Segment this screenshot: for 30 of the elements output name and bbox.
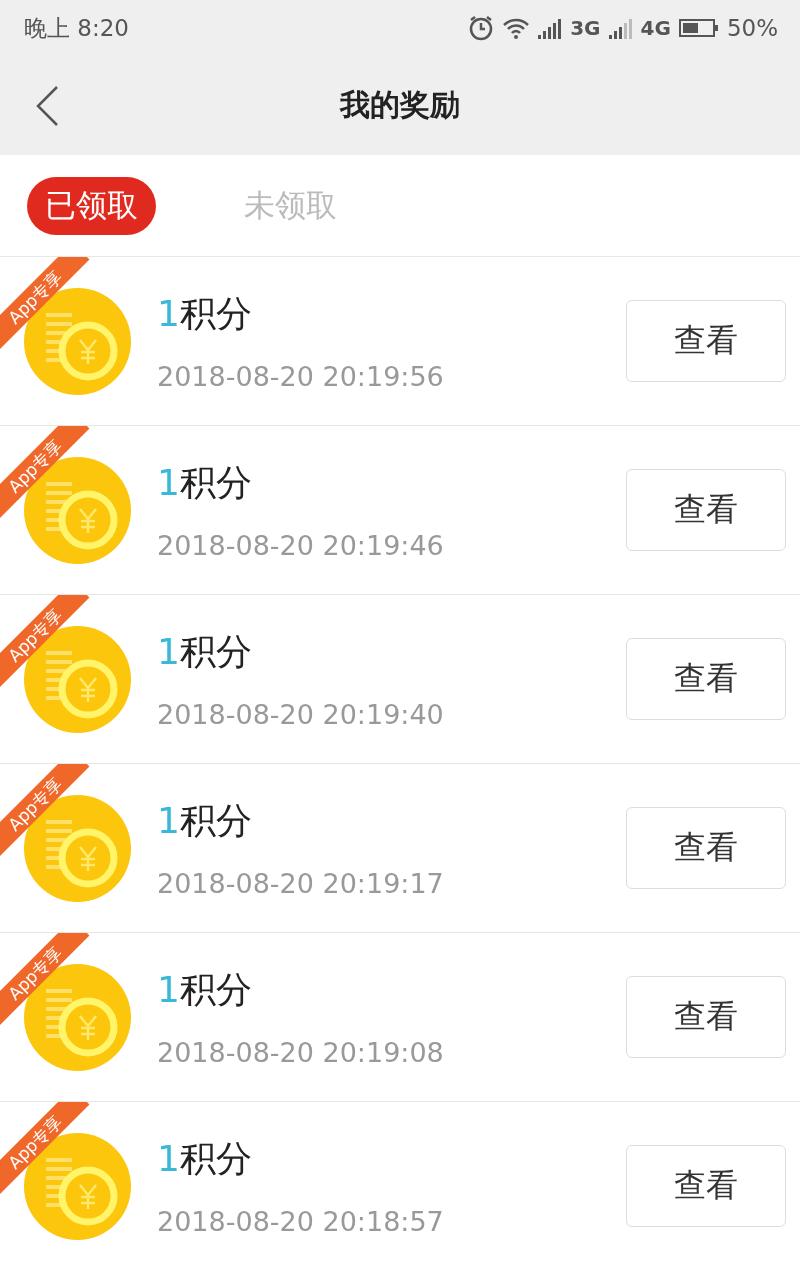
reward-time: 2018-08-20 20:19:40 [157, 699, 445, 730]
battery-icon [678, 18, 719, 38]
reward-amount: 1积分 [157, 1137, 253, 1181]
reward-amount: 1积分 [157, 630, 253, 674]
page-title: 我的奖励 [340, 86, 460, 124]
battery-percent: 50% [726, 15, 778, 41]
view-button[interactable]: 查看 [626, 300, 786, 382]
view-button[interactable]: 查看 [626, 976, 786, 1058]
reward-time: 2018-08-20 20:19:08 [157, 1037, 445, 1068]
reward-time: 2018-08-20 20:18:57 [157, 1206, 445, 1237]
reward-time: 2018-08-20 20:19:46 [157, 530, 445, 561]
reward-time: 2018-08-20 20:19:56 [157, 361, 445, 392]
reward-time: 2018-08-20 20:19:17 [157, 868, 445, 899]
reward-amount: 1积分 [157, 461, 253, 505]
view-button[interactable]: 查看 [626, 469, 786, 551]
alarm-icon [468, 15, 495, 41]
tab[interactable]: 已领取 [27, 176, 156, 235]
signal-icon [538, 17, 563, 39]
reward-amount: 1积分 [157, 799, 253, 843]
reward-amount: 1积分 [157, 968, 253, 1012]
view-button[interactable]: 查看 [626, 807, 786, 889]
back-icon[interactable] [34, 85, 60, 127]
reward-amount: 1积分 [157, 292, 253, 336]
network-label: 3G [570, 16, 601, 40]
network-label: 4G [640, 16, 671, 40]
view-button[interactable]: 查看 [626, 638, 786, 720]
view-button[interactable]: 查看 [626, 1145, 786, 1227]
signal-icon [608, 17, 633, 39]
status-time: 晚上 8:20 [24, 13, 129, 43]
wifi-icon [502, 16, 531, 40]
